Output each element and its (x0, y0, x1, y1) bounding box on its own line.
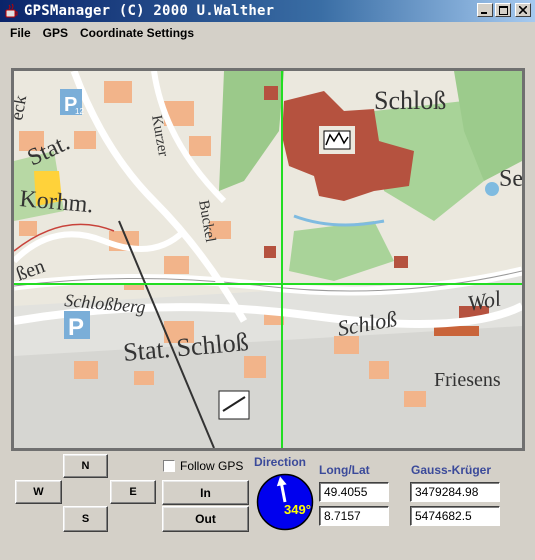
north-button[interactable]: N (63, 454, 108, 478)
close-button[interactable] (515, 3, 531, 17)
menu-coordinate-settings[interactable]: Coordinate Settings (74, 22, 200, 44)
minimize-button[interactable] (477, 3, 493, 17)
gauss-north-field[interactable]: 5474682.5 (410, 506, 500, 526)
south-button[interactable]: S (63, 506, 108, 532)
direction-label: Direction (254, 455, 307, 469)
window-title: GPSManager (C) 2000 U.Walther (24, 3, 275, 19)
menu-bar: File GPS Coordinate Settings (0, 22, 535, 44)
map-label: Schloß (374, 86, 446, 115)
minimize-icon (481, 12, 487, 14)
direction-value: 349° (284, 502, 311, 517)
parking-sign-number: 12 (75, 107, 84, 116)
west-button[interactable]: W (15, 480, 62, 504)
java-cup-icon (5, 3, 18, 18)
compass-icon: 349° (256, 473, 314, 531)
zoom-in-button[interactable]: In (162, 480, 249, 505)
parking-sign-label: P (68, 314, 84, 341)
gauss-kruger-header: Gauss-Krüger (411, 463, 492, 477)
map-canvas: Schloß Stat. Korhm. Kurzer Buckel ßen Sc… (14, 71, 522, 448)
map-label: Friesens (434, 369, 501, 391)
title-bar: GPSManager (C) 2000 U.Walther (0, 0, 535, 22)
maximize-button[interactable] (495, 3, 511, 17)
maximize-icon (498, 5, 508, 15)
follow-gps-checkbox[interactable] (163, 460, 175, 472)
zoom-out-button[interactable]: Out (162, 506, 249, 532)
close-icon (519, 6, 527, 14)
follow-gps-label: Follow GPS (180, 459, 244, 473)
gauss-east-field[interactable]: 3479284.98 (410, 482, 500, 502)
menu-file[interactable]: File (0, 22, 37, 44)
menu-gps[interactable]: GPS (37, 22, 74, 44)
latitude-field[interactable]: 49.4055 (319, 482, 389, 502)
follow-gps-toggle[interactable]: Follow GPS (163, 459, 243, 473)
longlat-header: Long/Lat (319, 463, 370, 477)
longitude-field[interactable]: 8.7157 (319, 506, 389, 526)
east-button[interactable]: E (110, 480, 156, 504)
map-view[interactable]: Schloß Stat. Korhm. Kurzer Buckel ßen Sc… (11, 68, 525, 451)
map-label: Se (499, 166, 522, 192)
